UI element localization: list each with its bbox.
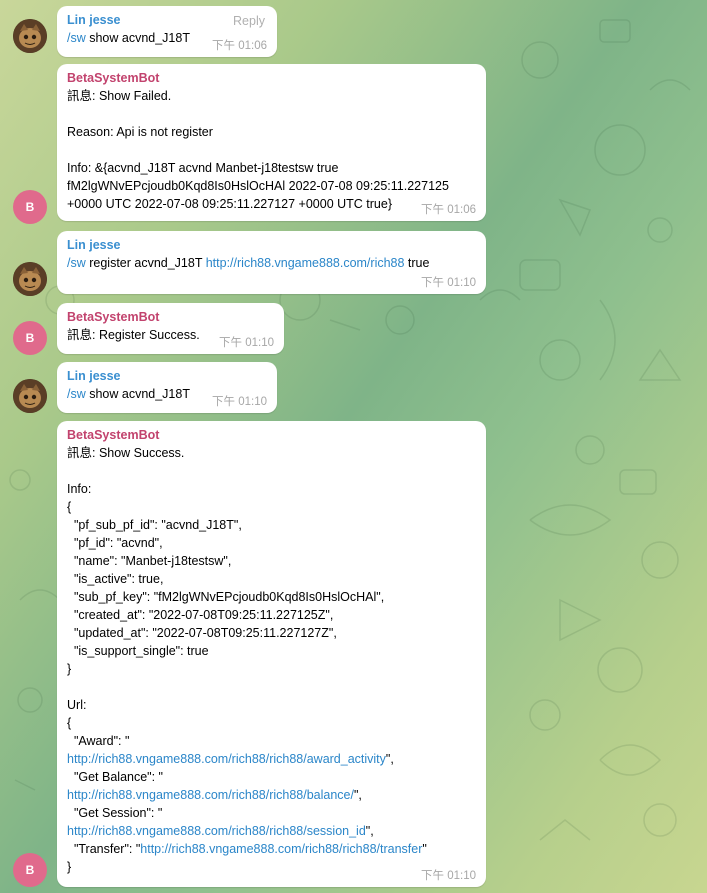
url-link[interactable]: http://rich88.vngame888.com/rich88 [206,256,405,270]
sender-name[interactable]: BetaSystemBot [67,70,476,87]
cat-avatar-icon [13,19,47,53]
url-link[interactable]: http://rich88.vngame888.com/rich88/rich8… [67,788,354,802]
message-time: 下午 01:10 [421,870,476,882]
message-line: "pf_sub_pf_id": "acvnd_J18T", [67,518,242,532]
message-line: } [67,860,72,874]
message-line: +0000 UTC 2022-07-08 09:25:11.227127 +00… [67,197,392,211]
message-line [67,105,476,123]
message-line: Info: [67,482,92,496]
sender-name[interactable]: Lin jesse [67,237,476,254]
message-bubble[interactable]: BetaSystemBot 訊息: Register Success. 下午 0… [57,303,284,354]
message-time: 下午 01:10 [421,277,476,289]
message-line: Info: &{acvnd_J18T acvnd Manbet-j18tests… [67,161,339,175]
message-line: http://rich88.vngame888.com/rich88/rich8… [67,788,362,802]
url-link[interactable]: http://rich88.vngame888.com/rich88/rich8… [140,842,422,856]
bot-avatar[interactable]: B [13,190,47,224]
command-link[interactable]: /sw [67,387,86,401]
message-bubble[interactable]: Lin jesse /sw show acvnd_J18T Reply 下午 0… [57,6,277,57]
message-line [67,678,476,696]
user-avatar[interactable] [13,379,47,413]
message-line: "pf_id": "acvnd", [67,536,163,550]
url-link[interactable]: http://rich88.vngame888.com/rich88/rich8… [67,824,366,838]
message-line: 訊息: Show Failed. [67,89,172,103]
message-text: /sw register acvnd_J18T http://rich88.vn… [67,256,430,270]
message-line: { [67,500,72,514]
message-line: fM2lgWNvEPcjoudb0Kqd8Is0HslOcHAl 2022-07… [67,179,449,193]
reply-label[interactable]: Reply [233,12,265,30]
message-bubble[interactable]: Lin jesse /sw register acvnd_J18T http:/… [57,231,486,294]
message-line: http://rich88.vngame888.com/rich88/rich8… [67,824,374,838]
message-time: 下午 01:06 [421,204,476,216]
message-line: } [67,662,72,676]
message-line: Url: [67,698,87,712]
message-line: 訊息: Show Success. [67,446,185,460]
message-line: "Transfer": "http://rich88.vngame888.com… [67,842,427,856]
message-line [67,462,476,480]
message-bubble[interactable]: BetaSystemBot 訊息: Show Success. Info: { … [57,421,486,887]
message-line: http://rich88.vngame888.com/rich88/rich8… [67,752,394,766]
message-line: "Get Balance": " [67,770,163,784]
sender-name[interactable]: BetaSystemBot [67,427,476,444]
message-time: 下午 01:10 [219,337,274,349]
cat-avatar-icon [13,379,47,413]
url-link[interactable]: http://rich88.vngame888.com/rich88/rich8… [67,752,386,766]
message-time: 下午 01:10 [212,396,267,408]
message-bubble[interactable]: BetaSystemBot 訊息: Show Failed. Reason: A… [57,64,486,221]
message-line: "sub_pf_key": "fM2lgWNvEPcjoudb0Kqd8Is0H… [67,590,385,604]
user-avatar[interactable] [13,19,47,53]
message-line: "is_active": true, [67,572,164,586]
bot-avatar[interactable]: B [13,321,47,355]
message-line: "Award": " [67,734,130,748]
message-line: Reason: Api is not register [67,125,213,139]
message-line [67,141,476,159]
sender-name[interactable]: Lin jesse [67,368,267,385]
cat-avatar-icon [13,262,47,296]
message-line: "Get Session": " [67,806,163,820]
message-line: "updated_at": "2022-07-08T09:25:11.22712… [67,626,337,640]
command-link[interactable]: /sw [67,256,86,270]
message-bubble[interactable]: Lin jesse /sw show acvnd_J18T 下午 01:10 [57,362,277,413]
bot-avatar[interactable]: B [13,853,47,887]
message-line: "name": "Manbet-j18testsw", [67,554,232,568]
user-avatar[interactable] [13,262,47,296]
message-time: 下午 01:06 [212,40,267,52]
message-line: "created_at": "2022-07-08T09:25:11.22712… [67,608,334,622]
message-line: { [67,716,72,730]
sender-name[interactable]: BetaSystemBot [67,309,274,326]
message-line: "is_support_single": true [67,644,209,658]
command-link[interactable]: /sw [67,31,86,45]
